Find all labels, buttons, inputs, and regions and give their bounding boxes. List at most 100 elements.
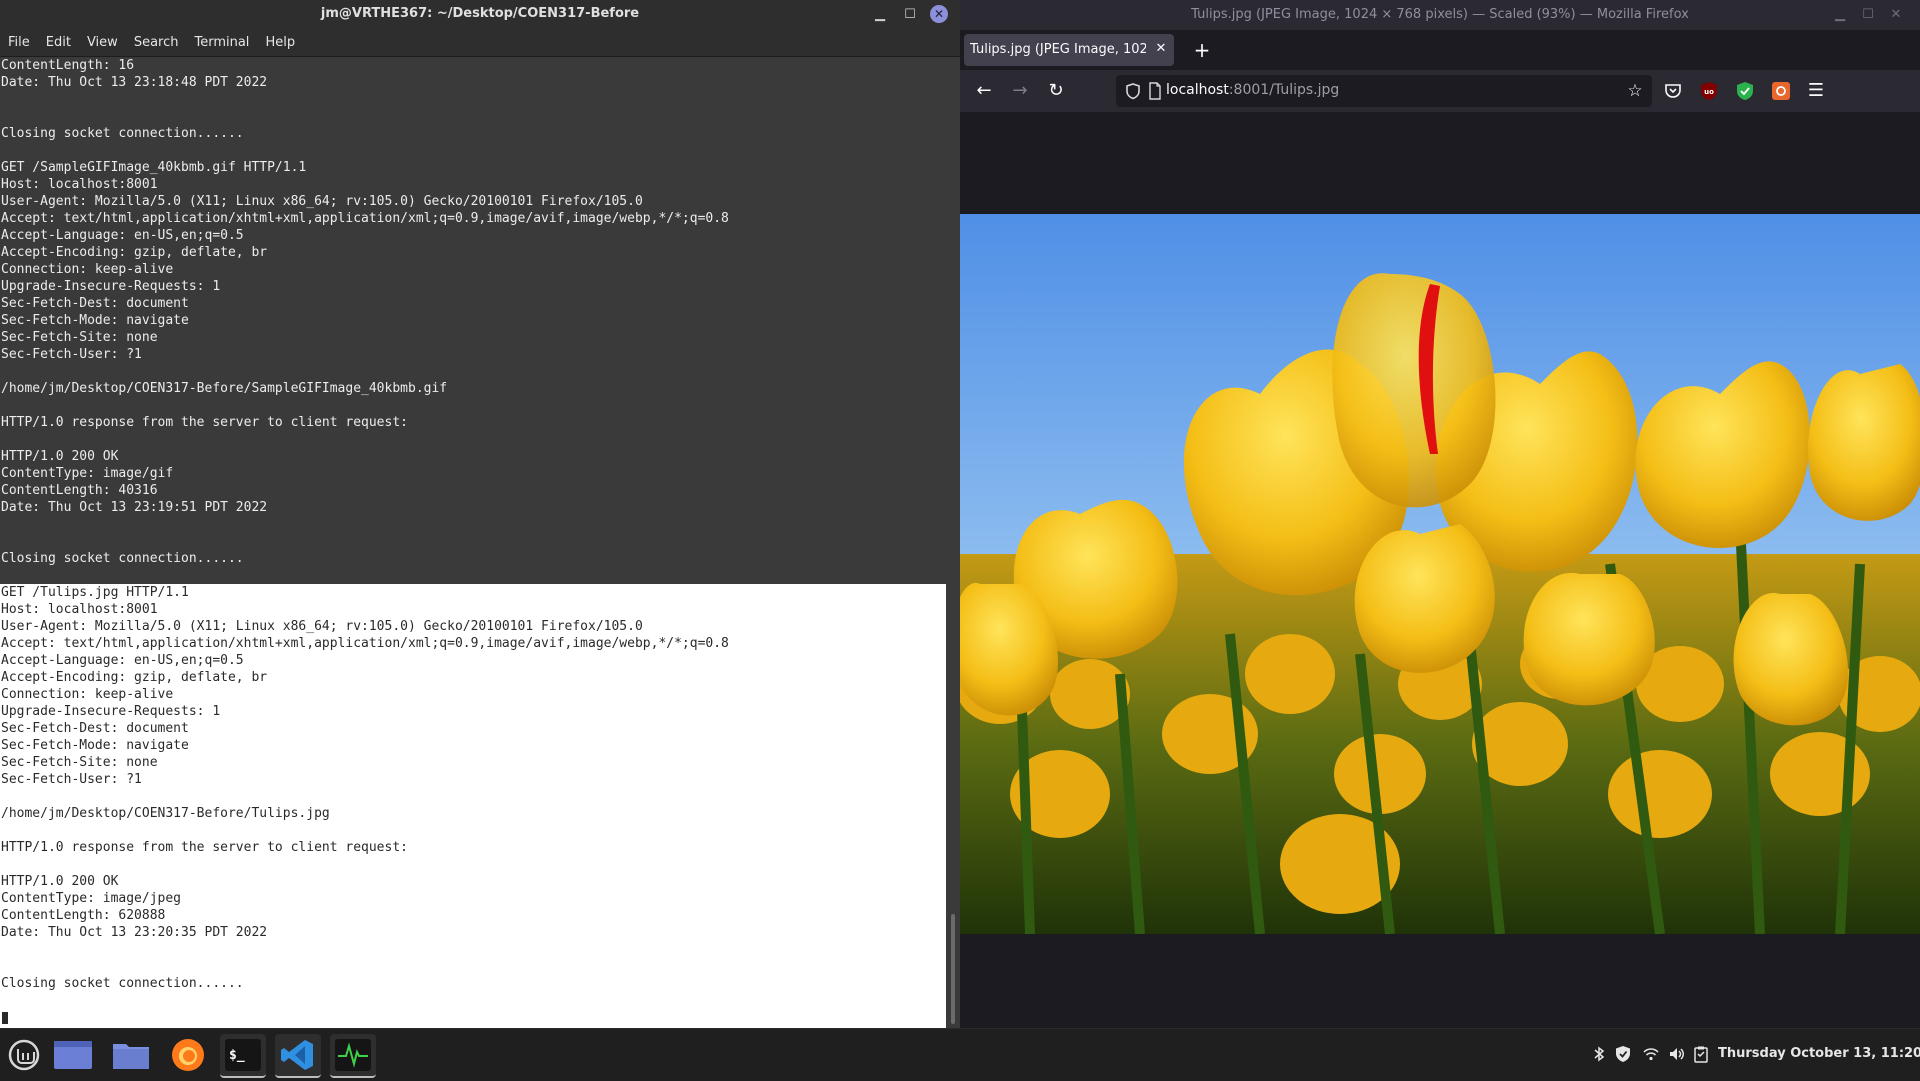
firefox-titlebar[interactable]: Tulips.jpg (JPEG Image, 1024 × 768 pixel… xyxy=(960,0,1920,30)
terminal-line: Sec-Fetch-Dest: document xyxy=(1,296,189,311)
menu-edit[interactable]: Edit xyxy=(38,30,79,56)
hamburger-menu-icon[interactable]: ☰ xyxy=(1802,77,1830,105)
privacy-badger-shield-icon[interactable] xyxy=(1734,80,1756,102)
terminal-line: Host: localhost:8001 xyxy=(1,177,158,192)
terminal-line: ContentType: image/jpeg xyxy=(1,891,182,906)
terminal-line: Upgrade-Insecure-Requests: 1 xyxy=(1,279,221,294)
terminal-line: ContentType: image/gif xyxy=(1,466,174,481)
terminal-line: Closing socket connection...... xyxy=(1,976,244,991)
terminal-line: Connection: keep-alive xyxy=(1,687,174,702)
maximize-button[interactable]: ☐ xyxy=(1858,5,1878,25)
terminal-line: GET /Tulips.jpg HTTP/1.1 xyxy=(1,585,189,600)
new-tab-button[interactable]: + xyxy=(1188,36,1216,64)
terminal-line: Host: localhost:8001 xyxy=(1,602,158,617)
navigation-toolbar: ← → ↻ localhost:8001/Tulips.jpg ☆ uo ☰ xyxy=(960,70,1920,112)
wifi-icon[interactable] xyxy=(1642,1045,1660,1063)
close-button[interactable]: ✕ xyxy=(930,5,948,23)
pocket-icon[interactable] xyxy=(1662,80,1684,102)
vscode-icon[interactable] xyxy=(275,1034,321,1078)
menu-view[interactable]: View xyxy=(79,30,126,56)
extension-gear-icon[interactable] xyxy=(1770,80,1792,102)
system-monitor-icon[interactable] xyxy=(330,1034,376,1078)
terminal-window: jm@VRTHE367: ~/Desktop/COEN317-Before ▁ … xyxy=(0,0,960,1028)
terminal-line: Date: Thu Oct 13 23:20:35 PDT 2022 xyxy=(1,925,268,940)
address-bar[interactable]: localhost:8001/Tulips.jpg ☆ xyxy=(1116,75,1652,107)
show-desktop-icon[interactable] xyxy=(50,1034,96,1076)
terminal-scrollbar[interactable] xyxy=(946,57,960,1028)
mint-menu-icon[interactable] xyxy=(4,1034,50,1076)
ublock-origin-icon[interactable]: uo xyxy=(1698,80,1720,102)
terminal-app-icon[interactable]: $_ xyxy=(220,1034,266,1078)
bookmark-star-icon[interactable]: ☆ xyxy=(1624,80,1646,102)
scrollbar-thumb[interactable] xyxy=(951,914,955,1024)
terminal-line: Sec-Fetch-User: ?1 xyxy=(1,347,142,362)
firefox-window: Tulips.jpg (JPEG Image, 1024 × 768 pixel… xyxy=(960,0,1920,1028)
terminal-output[interactable]: ContentLength: 16 Date: Thu Oct 13 23:18:… xyxy=(0,57,946,1028)
url-path: :8001/Tulips.jpg xyxy=(1228,82,1340,98)
terminal-window-title: jm@VRTHE367: ~/Desktop/COEN317-Before xyxy=(320,6,640,21)
terminal-line: User-Agent: Mozilla/5.0 (X11; Linux x86_… xyxy=(1,619,643,634)
bluetooth-icon[interactable] xyxy=(1590,1045,1608,1063)
tab-strip: Tulips.jpg (JPEG Image, 1024 × ✕ + xyxy=(960,30,1920,70)
terminal-line: GET /SampleGIFImage_40kbmb.gif HTTP/1.1 xyxy=(1,160,307,175)
firefox-window-title: Tulips.jpg (JPEG Image, 1024 × 768 pixel… xyxy=(1191,7,1689,22)
minimize-button[interactable]: ▁ xyxy=(870,5,890,25)
taskbar: $_ Thursday October 13, 11:20 xyxy=(0,1028,1920,1081)
system-tray: Thursday October 13, 11:20 PM xyxy=(1590,1029,1920,1081)
tab-title: Tulips.jpg (JPEG Image, 1024 × xyxy=(970,42,1146,57)
tracking-protection-shield-icon[interactable] xyxy=(1124,82,1142,100)
terminal-line: ContentLength: 40316 xyxy=(1,483,158,498)
terminal-line: Accept-Encoding: gzip, deflate, br xyxy=(1,670,268,685)
terminal-line: Upgrade-Insecure-Requests: 1 xyxy=(1,704,221,719)
terminal-line: User-Agent: Mozilla/5.0 (X11; Linux x86_… xyxy=(1,194,643,209)
terminal-line: HTTP/1.0 200 OK xyxy=(1,449,119,464)
volume-icon[interactable] xyxy=(1668,1045,1686,1063)
tab-close-icon[interactable]: ✕ xyxy=(1152,40,1170,58)
terminal-line: Accept: text/html,application/xhtml+xml,… xyxy=(1,636,729,651)
clipboard-icon[interactable] xyxy=(1692,1045,1710,1063)
terminal-cursor xyxy=(2,1012,8,1024)
back-arrow-icon[interactable]: ← xyxy=(970,77,998,105)
url-host: localhost xyxy=(1166,82,1229,98)
minimize-button[interactable]: ▁ xyxy=(1830,5,1850,25)
menu-terminal[interactable]: Terminal xyxy=(186,30,257,56)
image-viewer-page[interactable] xyxy=(960,112,1920,1028)
menu-file[interactable]: File xyxy=(0,30,38,56)
terminal-line: Closing socket connection...... xyxy=(1,551,244,566)
terminal-line: Sec-Fetch-Mode: navigate xyxy=(1,738,189,753)
terminal-line: ContentLength: 620888 xyxy=(1,908,166,923)
terminal-line: Sec-Fetch-Mode: navigate xyxy=(1,313,189,328)
terminal-line: Sec-Fetch-Site: none xyxy=(1,755,158,770)
file-manager-icon[interactable] xyxy=(108,1034,154,1076)
terminal-line: Accept-Language: en-US,en;q=0.5 xyxy=(1,228,244,243)
tulips-photo[interactable] xyxy=(960,214,1920,934)
update-shield-icon[interactable] xyxy=(1614,1045,1632,1063)
menu-help[interactable]: Help xyxy=(257,30,303,56)
terminal-line: /home/jm/Desktop/COEN317-Before/Tulips.j… xyxy=(1,806,330,821)
close-button[interactable]: ✕ xyxy=(1886,5,1906,25)
terminal-line: Date: Thu Oct 13 23:18:48 PDT 2022 xyxy=(1,75,268,90)
menu-search[interactable]: Search xyxy=(126,30,187,56)
clock[interactable]: Thursday October 13, 11:20 PM xyxy=(1718,1046,1920,1061)
firefox-icon[interactable] xyxy=(165,1034,211,1076)
forward-arrow-icon[interactable]: → xyxy=(1006,77,1034,105)
terminal-line: HTTP/1.0 200 OK xyxy=(1,874,119,889)
terminal-line: Connection: keep-alive xyxy=(1,262,174,277)
svg-text:$_: $_ xyxy=(229,1048,245,1063)
terminal-titlebar[interactable]: jm@VRTHE367: ~/Desktop/COEN317-Before ▁ … xyxy=(0,0,960,30)
terminal-line: HTTP/1.0 response from the server to cli… xyxy=(1,840,408,855)
tab-tulips[interactable]: Tulips.jpg (JPEG Image, 1024 × ✕ xyxy=(964,34,1174,66)
reload-icon[interactable]: ↻ xyxy=(1042,77,1070,105)
url-text: localhost:8001/Tulips.jpg xyxy=(1166,82,1339,98)
maximize-button[interactable]: ☐ xyxy=(900,5,920,25)
terminal-line: Closing socket connection...... xyxy=(1,126,244,141)
terminal-line: Sec-Fetch-User: ?1 xyxy=(1,772,142,787)
